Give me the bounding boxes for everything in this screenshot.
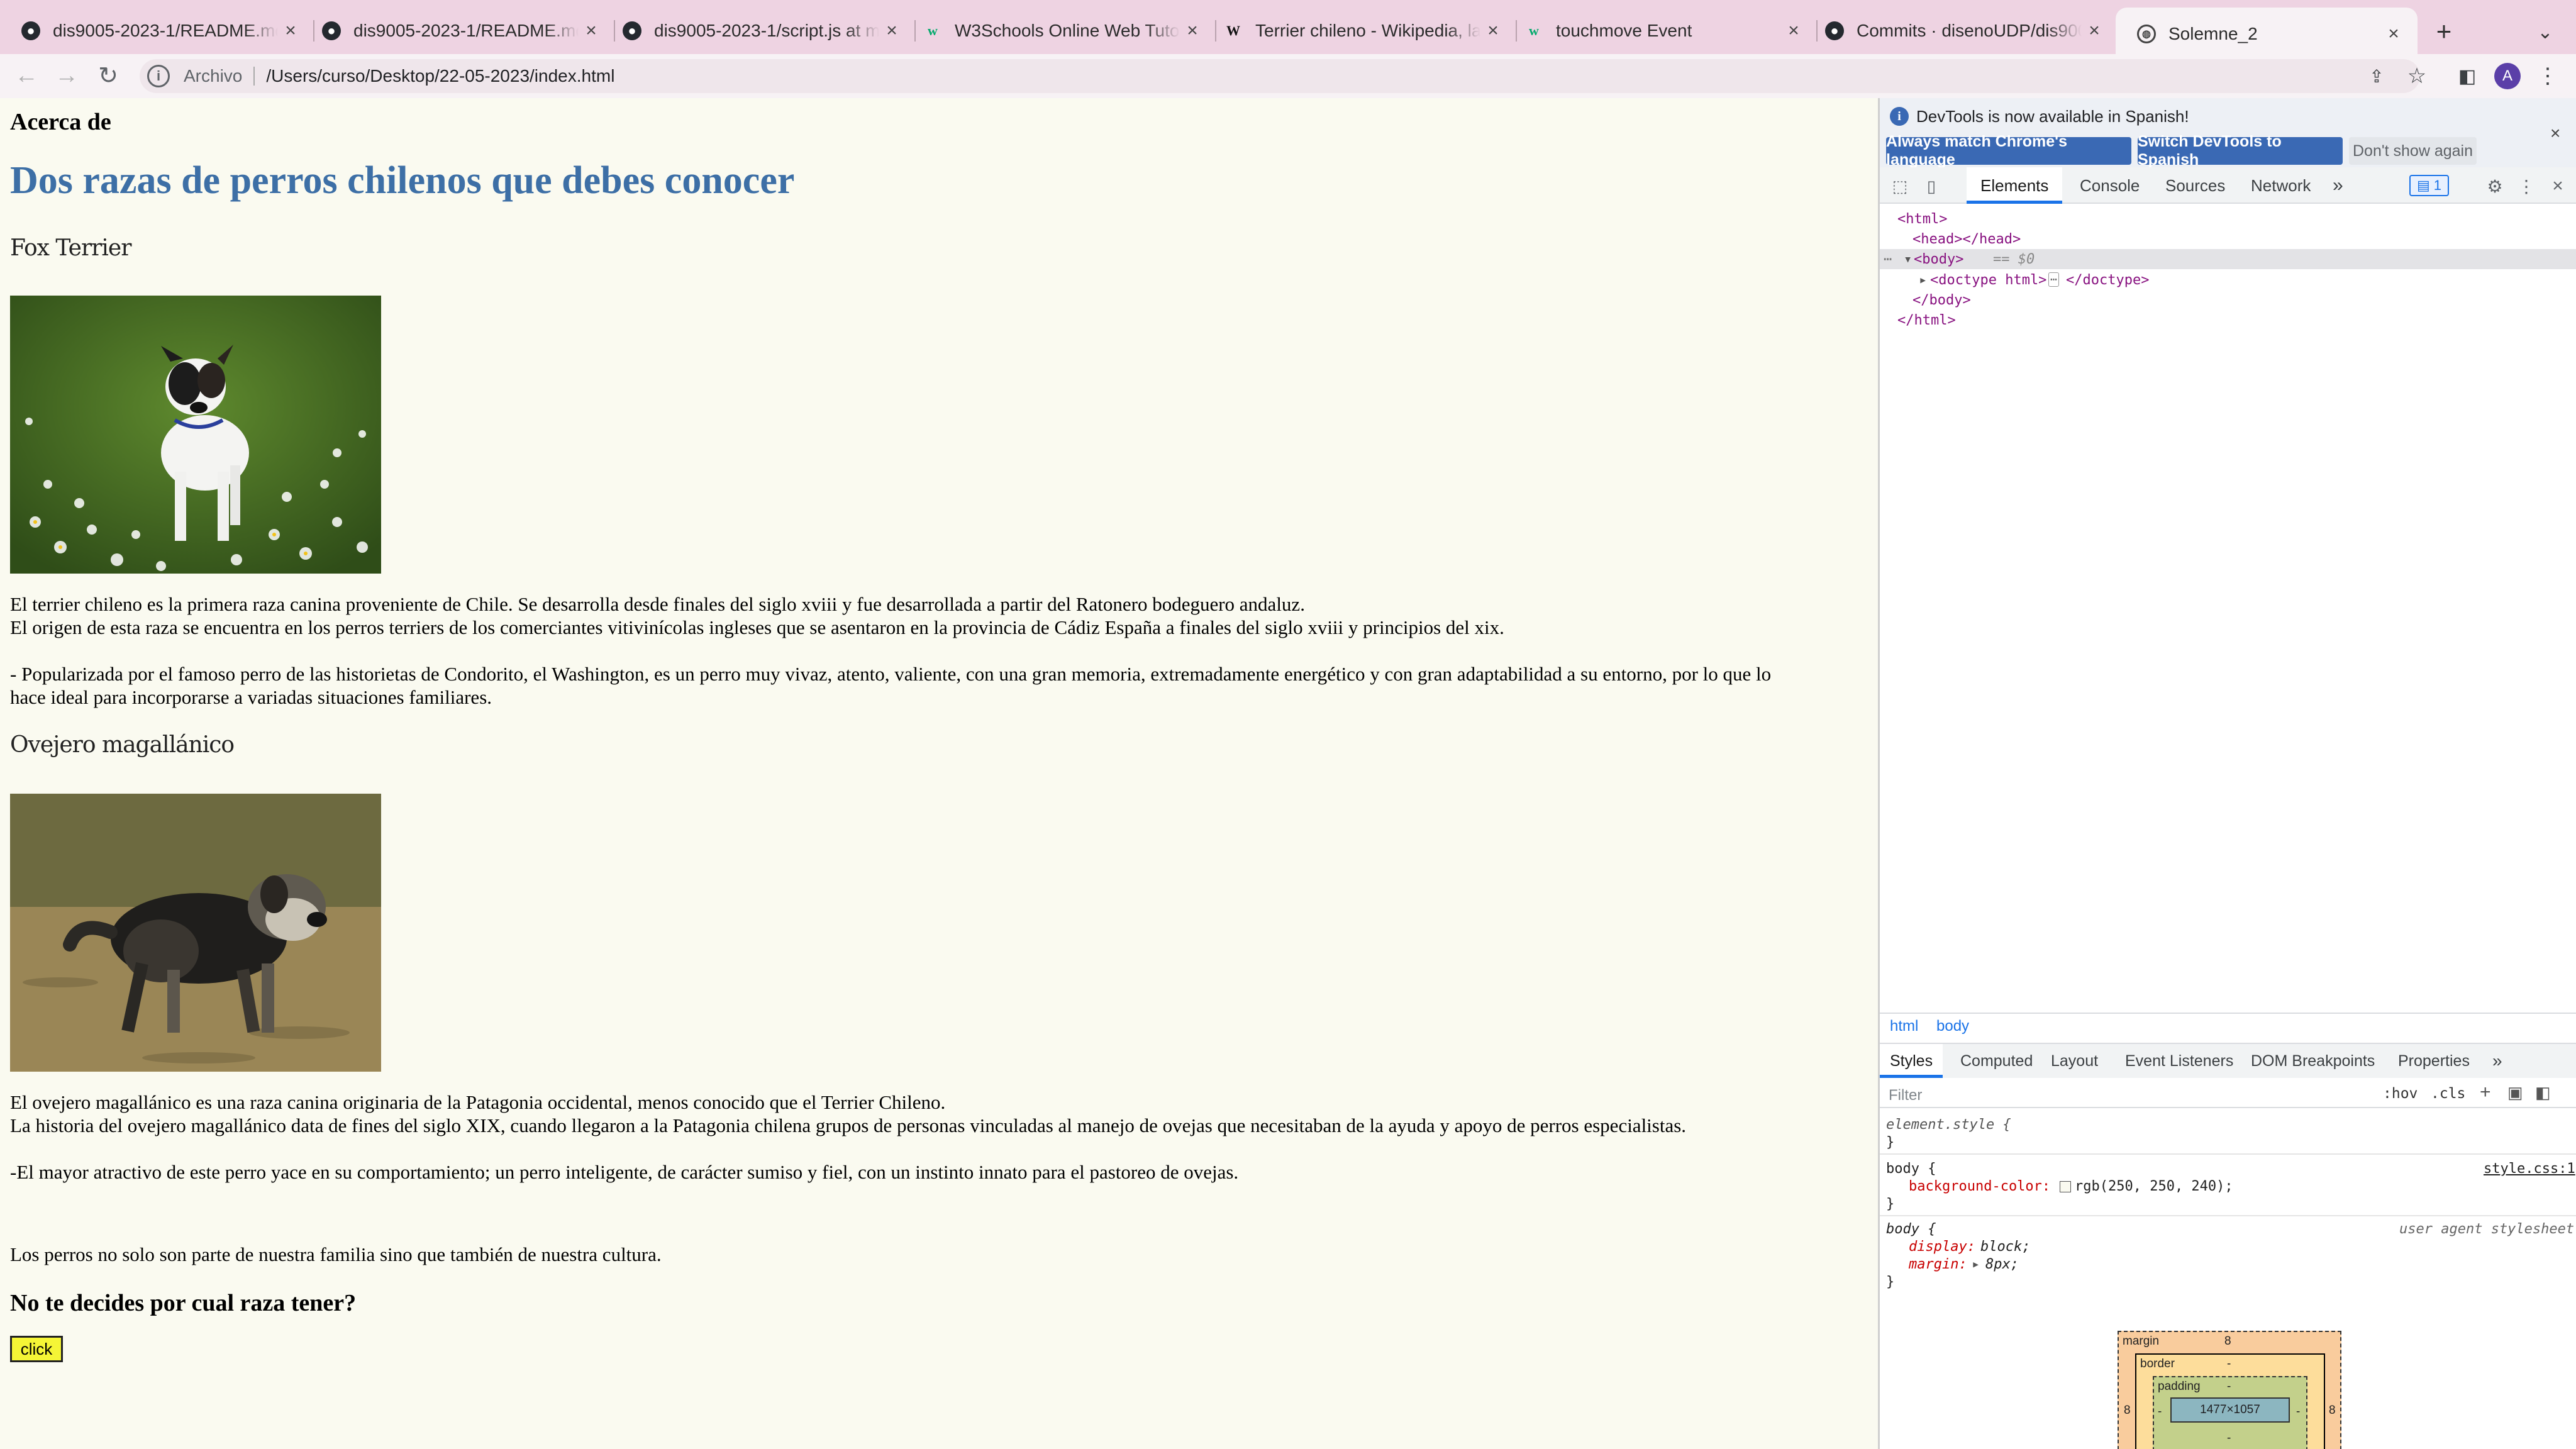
side-panel-icon[interactable]: ◧ <box>2450 59 2484 93</box>
hov-toggle[interactable]: :hov <box>2383 1085 2418 1102</box>
dom-node-head[interactable]: <head></head> <box>1913 231 2021 247</box>
kebab-menu-icon[interactable]: ⋮ <box>2514 174 2539 199</box>
expand-triangle-icon[interactable]: ▸ <box>1972 1257 1980 1272</box>
avatar[interactable]: A <box>2490 59 2524 93</box>
about-heading: Acerca de <box>10 109 111 135</box>
tab-sources[interactable]: Sources <box>2159 167 2231 204</box>
ellipsis-badge[interactable]: ⋯ <box>2048 272 2059 287</box>
closing-text: Los perros no solo son parte de nuestra … <box>10 1243 662 1265</box>
globe-icon: ◍ <box>2137 25 2156 43</box>
github-icon: ● <box>623 21 641 40</box>
back-icon[interactable]: ← <box>8 55 45 96</box>
tab-computed[interactable]: Computed <box>1954 1044 2039 1078</box>
close-icon[interactable]: × <box>2082 20 2107 42</box>
tab-3[interactable]: ● dis9005-2023-1/script.js at main × <box>601 11 916 50</box>
breadcrumb-body[interactable]: body <box>1936 1018 1969 1035</box>
dog2-heading: Ovejero magallánico <box>10 732 235 758</box>
forward-icon[interactable]: → <box>48 55 86 96</box>
language-infobar: i DevTools is now available in Spanish! … <box>1880 98 2576 169</box>
address-bar[interactable]: i Archivo /Users/curso/Desktop/22-05-202… <box>140 59 2420 93</box>
breadcrumb-html[interactable]: html <box>1890 1018 1918 1035</box>
tab-1[interactable]: ● dis9005-2023-1/README.md at main × <box>0 11 314 50</box>
github-icon: ● <box>21 21 40 40</box>
tab-console[interactable]: Console <box>2074 167 2146 204</box>
boxmodel-content: 1477×1057 <box>2170 1397 2290 1423</box>
url-text[interactable]: /Users/curso/Desktop/22-05-2023/index.ht… <box>266 66 614 86</box>
tab-7[interactable]: ● Commits · disenoUDP/dis9005 × <box>1804 11 2118 50</box>
sidebar-toggle-icon[interactable]: ◧ <box>2535 1083 2551 1102</box>
tab-elements[interactable]: Elements <box>1967 167 2063 204</box>
dom-node-doctype[interactable]: <doctype html> <box>1930 272 2046 288</box>
page-viewport: Acerca de Dos razas de perros chilenos q… <box>0 98 1878 1449</box>
switch-language-button[interactable]: Switch DevTools to Spanish <box>2138 133 2343 169</box>
github-icon: ● <box>322 21 341 40</box>
tab-dom-breakpoints[interactable]: DOM Breakpoints <box>2245 1044 2381 1078</box>
star-icon[interactable]: ☆ <box>2400 59 2434 93</box>
ovejero-photo <box>10 794 381 1072</box>
issues-badge[interactable]: ▤ 1 <box>2409 175 2450 196</box>
dont-show-again-button[interactable]: Don't show again <box>2349 137 2477 165</box>
w3schools-icon: w <box>1529 23 1539 38</box>
tab-network[interactable]: Network <box>2245 167 2317 204</box>
boxmodel-border: border - padding - - - - 1477×1057 <box>2135 1353 2325 1449</box>
inspect-icon[interactable]: ⬚ <box>1887 174 1913 199</box>
chevron-down-icon[interactable]: ⌄ <box>2528 15 2562 49</box>
close-devtools-icon[interactable]: × <box>2545 174 2570 199</box>
gear-icon[interactable]: ⚙ <box>2482 174 2507 199</box>
info-icon: i <box>1890 107 1909 126</box>
source-link[interactable]: style.css:1 <box>2484 1161 2575 1177</box>
dom-node-body[interactable]: <body> <box>1914 252 1963 267</box>
tab-2[interactable]: ● dis9005-2023-1/README.md at main × <box>301 11 615 50</box>
more-tabs-icon[interactable]: » <box>2486 1044 2509 1078</box>
wikipedia-icon: W <box>1226 23 1240 38</box>
tab-layout[interactable]: Layout <box>2045 1044 2104 1078</box>
info-icon[interactable]: i <box>147 65 170 87</box>
paint-icon[interactable]: ▣ <box>2507 1083 2523 1102</box>
tab-6[interactable]: w touchmove Event × <box>1503 11 1818 50</box>
tab-5[interactable]: W Terrier chileno - Wikipedia, la encicl… <box>1202 11 1517 50</box>
boxmodel-padding: padding - - - - 1477×1057 <box>2153 1376 2307 1449</box>
close-icon[interactable]: × <box>2381 23 2406 45</box>
dom-selected-row[interactable] <box>1880 249 2576 269</box>
share-icon[interactable]: ⇪ <box>2360 59 2394 93</box>
tab-strip: ● dis9005-2023-1/README.md at main × ● d… <box>0 0 2576 60</box>
close-icon[interactable]: × <box>2550 123 2560 143</box>
tab-styles[interactable]: Styles <box>1880 1044 1943 1078</box>
match-language-button[interactable]: Always match Chrome's language <box>1886 133 2131 169</box>
close-icon[interactable]: × <box>1781 20 1806 42</box>
collapse-triangle-icon[interactable]: ▾ <box>1904 252 1912 267</box>
devtools-panel: i DevTools is now available in Spanish! … <box>1878 98 2576 1449</box>
rule-selector-body[interactable]: body { <box>1886 1161 1936 1177</box>
kebab-menu-icon[interactable]: ⋮ <box>2531 59 2565 93</box>
new-tab-button[interactable]: + <box>2426 14 2462 49</box>
dog1-heading: Fox Terrier <box>10 235 131 261</box>
fox-terrier-photo <box>10 296 381 574</box>
close-icon[interactable]: × <box>278 20 303 42</box>
question-heading: No te decides por cual raza tener? <box>10 1290 357 1316</box>
close-icon[interactable]: × <box>879 20 904 42</box>
close-icon[interactable]: × <box>579 20 604 42</box>
tab-active[interactable]: ◍ Solemne_2 × <box>2116 8 2418 60</box>
color-swatch[interactable] <box>2060 1181 2071 1192</box>
expand-triangle-icon[interactable]: ▸ <box>1919 272 1927 288</box>
devtools-tabbar: ⬚ ▯ Elements Console Sources Network » ▤… <box>1880 167 2576 204</box>
cls-toggle[interactable]: .cls <box>2431 1085 2465 1102</box>
click-button[interactable]: click <box>10 1336 63 1362</box>
more-tabs-icon[interactable]: » <box>2326 167 2350 204</box>
github-icon: ● <box>1825 21 1844 40</box>
boxmodel-margin: margin 8 8 8 border - padding - - - - 14… <box>2118 1331 2341 1449</box>
page-title: Dos razas de perros chilenos que debes c… <box>10 159 795 202</box>
tab-event-listeners[interactable]: Event Listeners <box>2119 1044 2240 1078</box>
add-rule-icon[interactable]: + <box>2480 1082 2491 1103</box>
reload-icon[interactable]: ↻ <box>89 55 127 96</box>
styles-filter-input[interactable]: Filter <box>1889 1087 2266 1104</box>
device-toggle-icon[interactable]: ▯ <box>1919 174 1944 199</box>
close-icon[interactable]: × <box>1180 20 1205 42</box>
tab-properties[interactable]: Properties <box>2392 1044 2476 1078</box>
w3schools-icon: w <box>928 23 938 38</box>
message-icon: ▤ <box>2417 177 2430 193</box>
close-icon[interactable]: × <box>1480 20 1506 42</box>
dom-node-html[interactable]: <html> <box>1897 211 1947 227</box>
tab-4[interactable]: w W3Schools Online Web Tutorials × <box>902 11 1216 50</box>
